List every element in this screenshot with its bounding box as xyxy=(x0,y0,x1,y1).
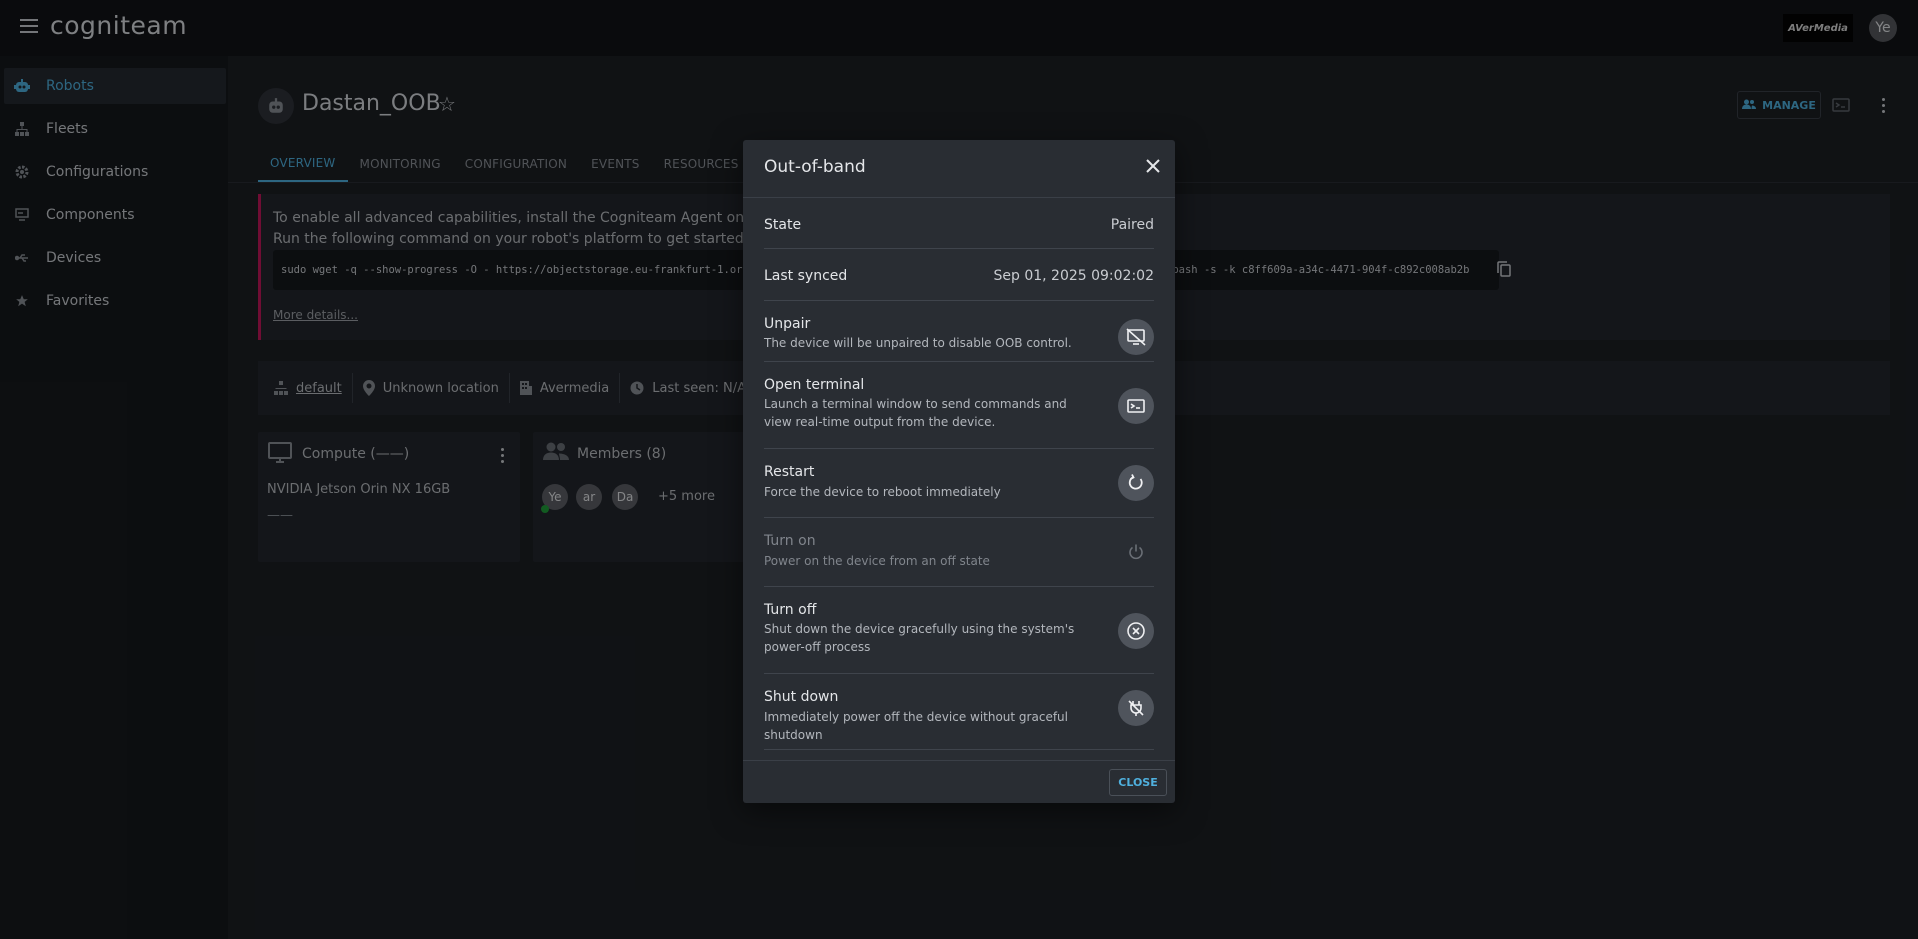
restart-button[interactable] xyxy=(1118,465,1154,501)
power-plug-off-icon xyxy=(1128,700,1144,716)
last-synced-value: Sep 01, 2025 09:02:02 xyxy=(993,268,1154,284)
turn-off-button[interactable] xyxy=(1118,613,1154,649)
shut-down-row: Shut down Immediately power off the devi… xyxy=(764,674,1154,750)
open-terminal-button[interactable] xyxy=(1118,388,1154,424)
action-description: Power on the device from an off state xyxy=(764,554,990,568)
power-icon xyxy=(1129,544,1143,560)
turn-off-row: Turn off Shut down the device gracefully… xyxy=(764,587,1154,674)
action-description: Immediately power off the device without… xyxy=(764,710,1068,742)
unpair-button[interactable] xyxy=(1118,319,1154,355)
action-description: Shut down the device gracefully using th… xyxy=(764,622,1075,654)
open-terminal-row: Open terminal Launch a terminal window t… xyxy=(764,362,1154,449)
out-of-band-dialog: Out-of-band State Paired Last synced Sep… xyxy=(743,140,1175,803)
restart-icon xyxy=(1128,474,1143,490)
action-title: Restart xyxy=(764,464,815,480)
action-title: Open terminal xyxy=(764,377,865,393)
close-icon[interactable] xyxy=(1142,155,1164,177)
action-description: Force the device to reboot immediately xyxy=(764,485,1001,499)
terminal-icon xyxy=(1127,399,1145,413)
action-title: Shut down xyxy=(764,689,839,705)
shut-down-button[interactable] xyxy=(1118,690,1154,726)
state-row: State Paired xyxy=(764,198,1154,249)
turn-on-row: Turn on Power on the device from an off … xyxy=(764,518,1154,587)
action-description: The device will be unpaired to disable O… xyxy=(764,336,1072,350)
divider xyxy=(743,760,1175,761)
action-title: Unpair xyxy=(764,316,811,332)
restart-row: Restart Force the device to reboot immed… xyxy=(764,449,1154,518)
last-synced-label: Last synced xyxy=(764,268,848,284)
action-title: Turn off xyxy=(764,602,817,618)
state-label: State xyxy=(764,217,802,233)
state-value: Paired xyxy=(1110,217,1154,233)
unpair-row: Unpair The device will be unpaired to di… xyxy=(764,301,1154,362)
action-description: Launch a terminal window to send command… xyxy=(764,397,1067,429)
turn-on-button[interactable] xyxy=(1118,534,1154,570)
unpair-icon xyxy=(1126,328,1146,346)
action-title: Turn on xyxy=(764,533,816,549)
dialog-title: Out-of-band xyxy=(764,157,866,177)
cancel-circle-icon xyxy=(1127,622,1145,640)
last-synced-row: Last synced Sep 01, 2025 09:02:02 xyxy=(764,249,1154,301)
close-button[interactable]: CLOSE xyxy=(1109,769,1167,796)
